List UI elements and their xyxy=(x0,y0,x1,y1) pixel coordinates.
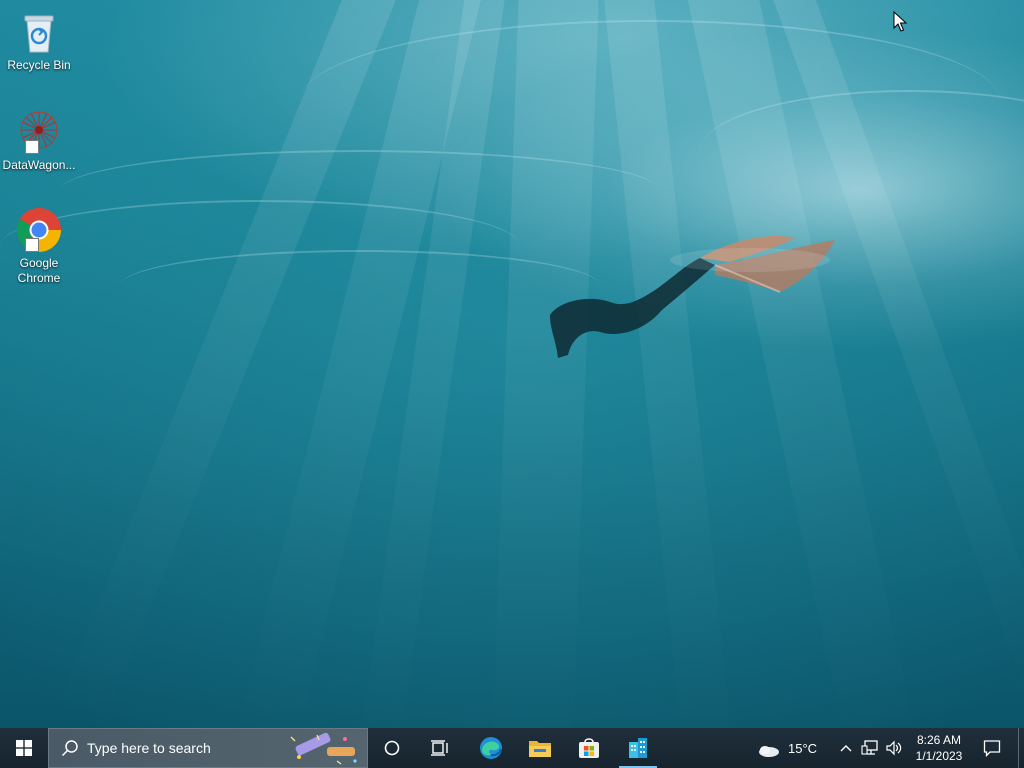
new-year-highlight-icon xyxy=(290,732,357,765)
desktop-icon-datawagon[interactable]: DataWagon... xyxy=(2,108,76,173)
volume-tray-button[interactable] xyxy=(882,728,906,768)
notification-icon xyxy=(983,740,1001,757)
search-placeholder: Type here to search xyxy=(87,740,211,756)
clock-date: 1/1/2023 xyxy=(915,749,963,763)
search-icon xyxy=(61,740,78,757)
notifications-button[interactable] xyxy=(972,728,1012,768)
microsoft-store-icon xyxy=(579,738,599,758)
weather-temperature: 15°C xyxy=(788,740,818,756)
clock-time: 8:26 AM xyxy=(916,733,962,747)
cortana-button[interactable] xyxy=(370,728,414,768)
edge-icon xyxy=(480,737,502,759)
windows-logo-icon xyxy=(16,740,32,756)
partly-cloudy-icon xyxy=(759,741,779,757)
shortcut-arrow-icon xyxy=(25,238,39,252)
mouse-cursor-icon xyxy=(893,11,907,32)
desktop-icon-google-chrome[interactable]: Google Chrome xyxy=(2,206,76,286)
datawagon-icon xyxy=(15,108,63,156)
microsoft-store-taskbar-button[interactable] xyxy=(566,728,612,768)
edge-taskbar-button[interactable] xyxy=(468,728,514,768)
desktop-icon-recycle-bin[interactable]: Recycle Bin xyxy=(2,8,76,73)
task-view-button[interactable] xyxy=(418,728,462,768)
show-hidden-icons-button[interactable] xyxy=(836,728,856,768)
diver-silhouette xyxy=(550,236,835,358)
speaker-icon xyxy=(886,740,902,756)
chrome-icon xyxy=(15,206,63,254)
network-tray-button[interactable] xyxy=(858,728,882,768)
cortana-icon xyxy=(384,740,400,756)
task-view-icon xyxy=(431,740,448,756)
building-app-taskbar-button[interactable] xyxy=(615,728,661,768)
desktop-icon-label: DataWagon... xyxy=(2,158,76,172)
start-button[interactable] xyxy=(0,728,48,768)
recycle-bin-icon xyxy=(15,8,63,56)
clock[interactable]: 8:26 AM 1/1/2023 xyxy=(908,728,970,768)
desktop-icon-label: Google Chrome xyxy=(17,256,61,285)
show-desktop-button[interactable] xyxy=(1018,728,1024,768)
weather-widget[interactable]: 15°C xyxy=(756,728,832,768)
water-ripple xyxy=(120,250,600,322)
taskbar: Type here to search 15°C 8:26 AM 1/1/202… xyxy=(0,728,1024,768)
network-icon xyxy=(861,740,878,755)
chevron-up-icon xyxy=(840,745,852,752)
desktop-icon-label: Recycle Bin xyxy=(7,58,71,72)
desktop-background[interactable]: Recycle Bin DataWagon... Google Chrome xyxy=(0,0,1024,728)
building-app-icon xyxy=(629,738,647,758)
search-box[interactable]: Type here to search xyxy=(48,728,368,768)
file-explorer-taskbar-button[interactable] xyxy=(517,728,563,768)
file-explorer-icon xyxy=(529,741,551,757)
shortcut-arrow-icon xyxy=(25,140,39,154)
